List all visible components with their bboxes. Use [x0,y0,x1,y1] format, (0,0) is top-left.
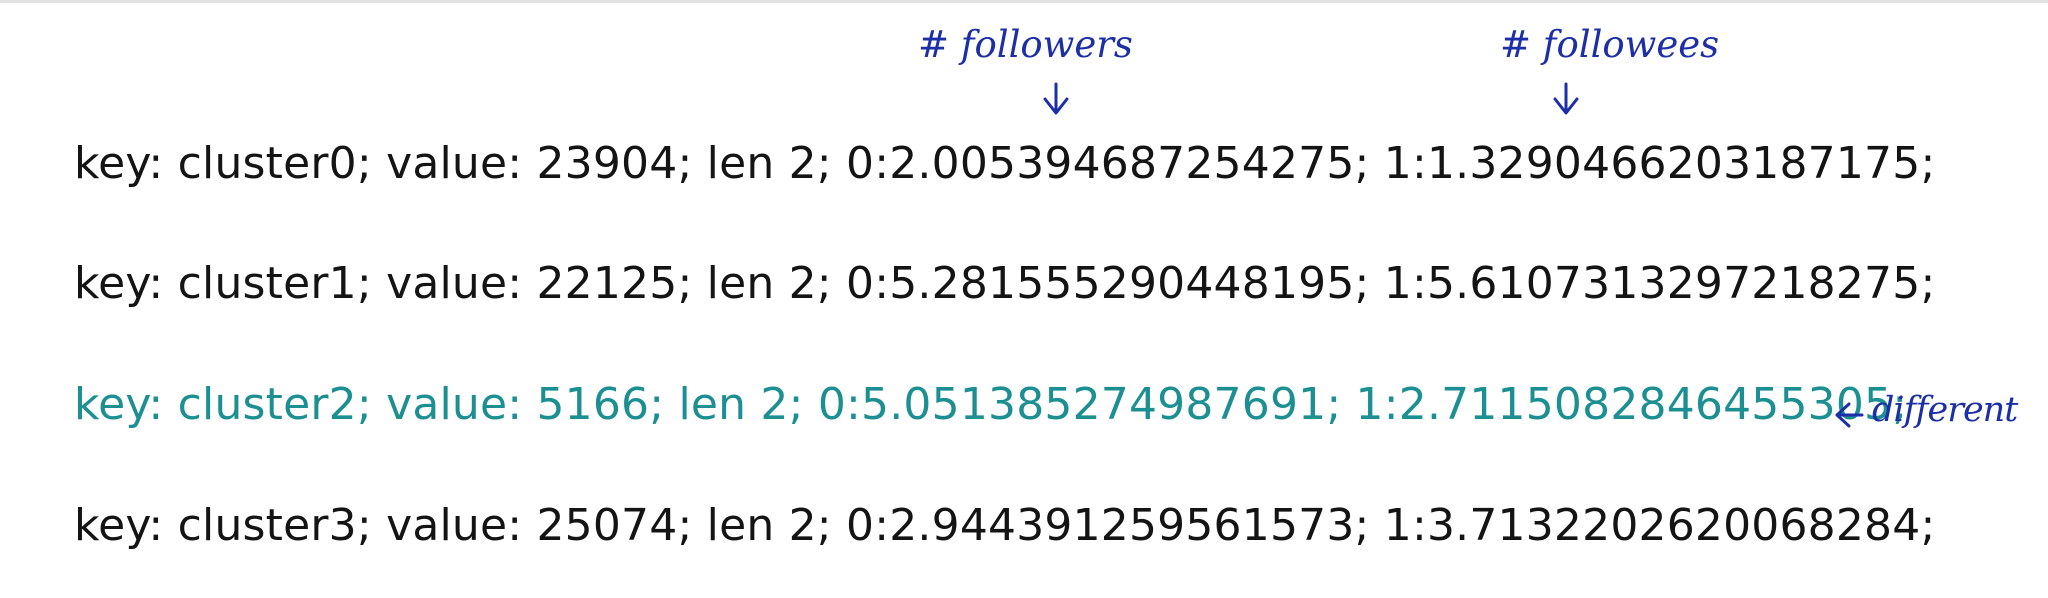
cluster2-line: key: cluster2; value: 5166; len 2; 0:5.0… [74,379,1908,430]
different-annotation: different [1872,390,2018,430]
cluster1-line: key: cluster1; value: 22125; len 2; 0:5.… [74,258,1936,309]
arrow-down-icon [1553,82,1579,115]
followers-annotation: # followers [918,23,1133,66]
arrow-left-icon [1835,402,1864,428]
followees-annotation: # followees [1500,23,1720,66]
top-border [0,0,2048,3]
cluster0-line: key: cluster0; value: 23904; len 2; 0:2.… [74,138,1936,189]
cluster3-line: key: cluster3; value: 25074; len 2; 0:2.… [74,500,1936,551]
arrow-down-icon [1043,82,1069,115]
